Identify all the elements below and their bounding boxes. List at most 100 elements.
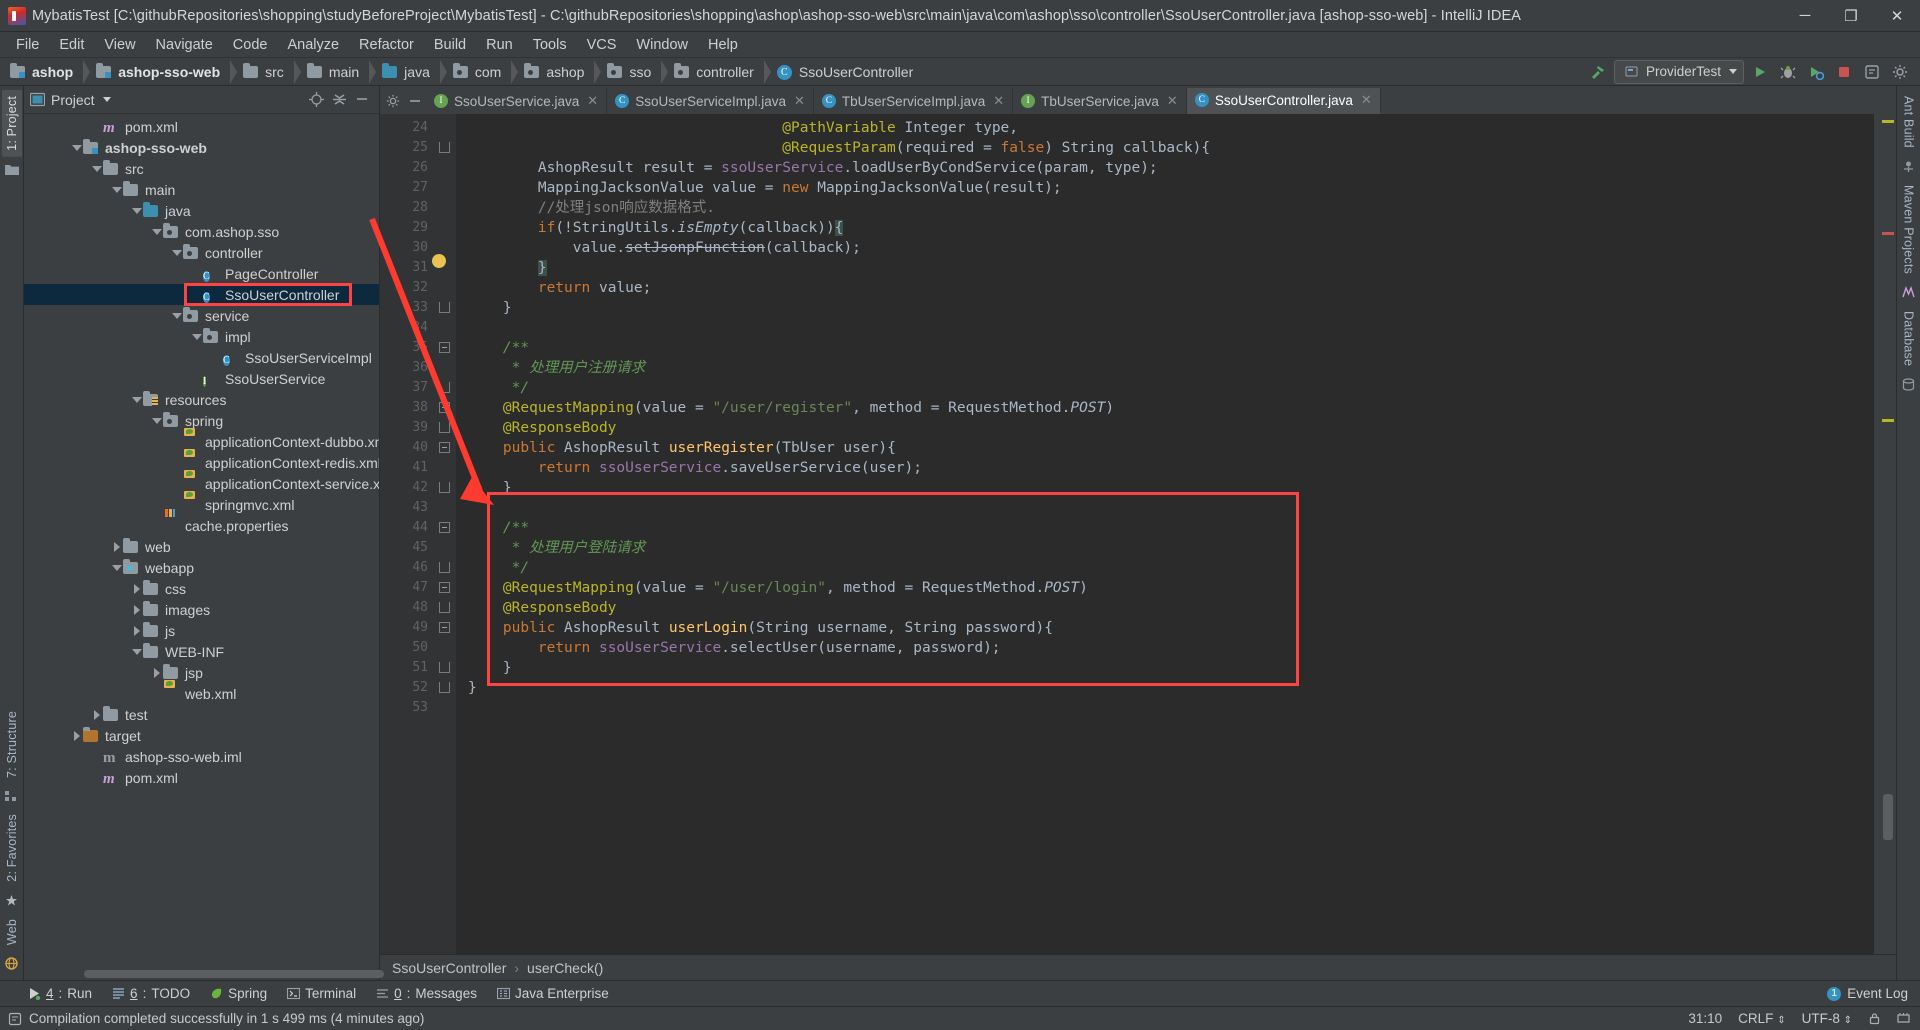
fold-end-icon[interactable] <box>439 682 450 693</box>
tree-down-arrow-icon[interactable] <box>150 225 163 238</box>
tool-window-terminal[interactable]: Terminal <box>287 986 356 1001</box>
tree-right-arrow-icon[interactable] <box>130 624 143 637</box>
fold-end-icon[interactable] <box>439 562 450 573</box>
navbar-crumb-ashop-sso-web[interactable]: ashop-sso-web <box>92 60 230 84</box>
tree-node-cache-properties[interactable]: cache.properties <box>24 515 379 536</box>
fold-end-icon[interactable] <box>439 142 450 153</box>
memory-indicator-icon[interactable] <box>1897 1012 1910 1025</box>
code-text[interactable]: @PathVariable Integer type, @RequestPara… <box>456 114 1874 954</box>
code-line[interactable] <box>456 498 1874 518</box>
tool-window-spring[interactable]: Spring <box>210 986 267 1001</box>
tree-node-images[interactable]: images <box>24 599 379 620</box>
code-line[interactable]: return ssoUserService.saveUserService(us… <box>456 458 1874 478</box>
line-number-gutter[interactable]: 24 25 26 27 28 29 30 31 32 33 34 35 36 37 38 39 40 41 42 43… <box>380 114 456 954</box>
tree-node-ssousercontroller[interactable]: C SsoUserController <box>24 284 379 305</box>
project-panel-minimize-icon[interactable] <box>355 92 369 107</box>
tree-node-pagecontroller[interactable]: C PageController <box>24 263 379 284</box>
tab-close-icon[interactable]: ✕ <box>993 93 1004 109</box>
editor-tab-tbuserservice[interactable]: I TbUserService.java ✕ <box>1013 88 1187 114</box>
menu-item-file[interactable]: File <box>6 35 49 55</box>
tree-down-arrow-icon[interactable] <box>110 183 123 196</box>
breadcrumb-class[interactable]: SsoUserController <box>392 960 506 976</box>
code-line[interactable]: @PathVariable Integer type, <box>456 118 1874 138</box>
tree-down-arrow-icon[interactable] <box>130 393 143 406</box>
navbar-crumb-java[interactable]: java <box>378 60 440 84</box>
code-line[interactable]: return ssoUserService.selectUser(usernam… <box>456 638 1874 658</box>
editor-tab-ssouserserviceimpl[interactable]: C SsoUserServiceImpl.java ✕ <box>607 88 814 114</box>
maximize-button[interactable]: ❐ <box>1828 0 1874 32</box>
code-line[interactable]: } <box>456 298 1874 318</box>
event-log-label[interactable]: Event Log <box>1847 986 1908 1001</box>
fold-end-icon[interactable] <box>439 422 450 433</box>
tool-window-java-enterprise[interactable]: Java Enterprise <box>496 986 609 1001</box>
tree-right-arrow-icon[interactable] <box>70 729 83 742</box>
tab-close-icon[interactable]: ✕ <box>794 93 805 109</box>
menu-item-code[interactable]: Code <box>223 35 278 55</box>
tab-close-icon[interactable]: ✕ <box>1361 92 1372 108</box>
tree-node-applicationcontext-service-xml[interactable]: applicationContext-service.xml <box>24 473 379 494</box>
error-marker[interactable] <box>1882 232 1894 235</box>
code-line[interactable] <box>456 318 1874 338</box>
editor-tab-ssouserservice[interactable]: I SsoUserService.java ✕ <box>426 88 608 114</box>
fold-collapse-icon[interactable] <box>439 582 450 593</box>
fold-collapse-icon[interactable] <box>439 342 450 353</box>
code-line[interactable]: } <box>456 678 1874 698</box>
tree-node-service[interactable]: service <box>24 305 379 326</box>
code-line[interactable]: */ <box>456 378 1874 398</box>
tree-down-arrow-icon[interactable] <box>150 414 163 427</box>
navbar-crumb-ssousercontroller[interactable]: C SsoUserController <box>773 60 923 84</box>
tool-window-run[interactable]: 4: Run <box>28 986 92 1001</box>
tree-down-arrow-icon[interactable] <box>130 204 143 217</box>
tree-node-ssouserserviceimpl[interactable]: C SsoUserServiceImpl <box>24 347 379 368</box>
sidebar-item-structure[interactable]: 7: Structure <box>2 705 22 784</box>
navbar-crumb-main[interactable]: main <box>303 60 369 84</box>
menu-item-build[interactable]: Build <box>424 35 476 55</box>
menu-item-edit[interactable]: Edit <box>49 35 94 55</box>
menu-item-analyze[interactable]: Analyze <box>277 35 349 55</box>
sidebar-item-ant-build[interactable]: Ant Build <box>1899 90 1919 154</box>
tool-window-todo[interactable]: 6: TODO <box>112 986 190 1001</box>
code-line[interactable]: @RequestMapping(value = "/user/login", m… <box>456 578 1874 598</box>
code-line[interactable]: } <box>456 658 1874 678</box>
menu-item-help[interactable]: Help <box>698 35 748 55</box>
debug-button[interactable] <box>1776 60 1800 84</box>
fold-end-icon[interactable] <box>439 382 450 393</box>
tree-right-arrow-icon[interactable] <box>130 603 143 616</box>
fold-end-icon[interactable] <box>439 602 450 613</box>
sidebar-item-project[interactable]: 1: Project <box>1 90 22 157</box>
tree-node-pom-xml[interactable]: m pom.xml <box>24 116 379 137</box>
tree-down-arrow-icon[interactable] <box>70 141 83 154</box>
editor-hide-icon[interactable] <box>404 88 426 114</box>
tree-down-arrow-icon[interactable] <box>130 645 143 658</box>
close-button[interactable]: ✕ <box>1874 0 1920 32</box>
tree-node-pom-xml[interactable]: m pom.xml <box>24 767 379 788</box>
tree-node-target[interactable]: target <box>24 725 379 746</box>
tree-node-main[interactable]: main <box>24 179 379 200</box>
warning-marker[interactable] <box>1882 120 1894 123</box>
navbar-crumb-src[interactable]: src <box>239 60 294 84</box>
code-line[interactable]: return value; <box>456 278 1874 298</box>
tree-right-arrow-icon[interactable] <box>90 708 103 721</box>
tree-node-jsp[interactable]: jsp <box>24 662 379 683</box>
code-editor[interactable]: 24 25 26 27 28 29 30 31 32 33 34 35 36 37 38 39 40 41 42 43… <box>369 114 1896 954</box>
code-line[interactable]: //处理json响应数据格式. <box>456 198 1874 218</box>
build-hammer-icon[interactable] <box>1586 60 1610 84</box>
code-line[interactable]: } <box>456 478 1874 498</box>
project-tree[interactable]: m pom.xml ashop-sso-web src main java com.asho… <box>24 114 379 968</box>
fold-end-icon[interactable] <box>439 302 450 313</box>
fold-end-icon[interactable] <box>439 482 450 493</box>
fold-end-icon[interactable] <box>439 662 450 673</box>
tool-window-messages[interactable]: 0: Messages <box>376 986 477 1001</box>
editor-tab-ssousercontroller[interactable]: C SsoUserController.java ✕ <box>1186 88 1381 114</box>
code-line[interactable]: public AshopResult userRegister(TbUser u… <box>456 438 1874 458</box>
tree-down-arrow-icon[interactable] <box>190 330 203 343</box>
tree-down-arrow-icon[interactable] <box>110 561 123 574</box>
sidebar-item-favorites[interactable]: 2: Favorites <box>2 808 22 888</box>
minimize-button[interactable]: ─ <box>1782 0 1828 32</box>
run-configuration-selector[interactable]: ProviderTest <box>1613 59 1744 84</box>
file-encoding[interactable]: UTF-8 ⇕ <box>1802 1011 1852 1026</box>
scroll-from-source-icon[interactable] <box>309 92 324 107</box>
code-line[interactable]: if(!StringUtils.isEmpty(callback)){ <box>456 218 1874 238</box>
fold-collapse-icon[interactable] <box>439 522 450 533</box>
menu-item-tools[interactable]: Tools <box>523 35 577 55</box>
